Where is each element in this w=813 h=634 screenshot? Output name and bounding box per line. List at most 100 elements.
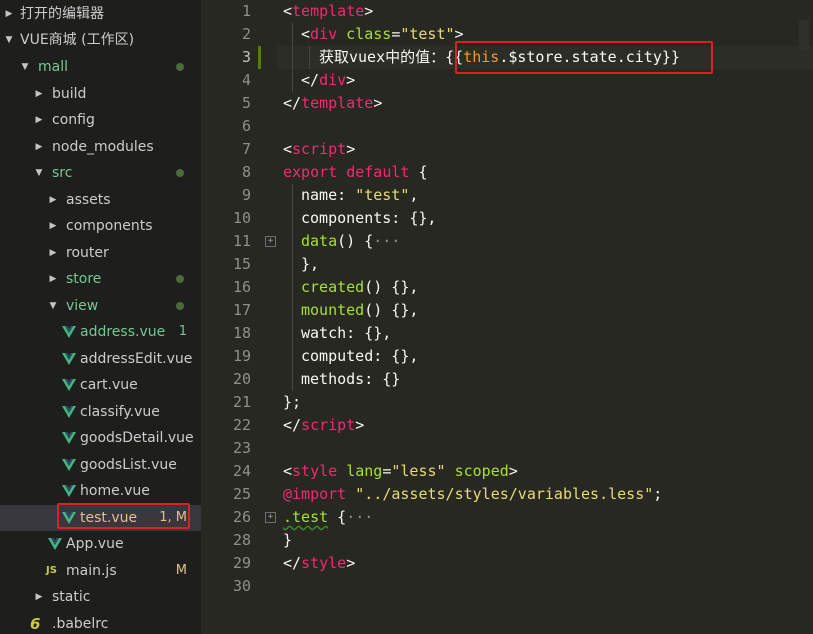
- code-line-21[interactable]: };: [283, 391, 301, 414]
- code-line-10[interactable]: components: {},: [301, 207, 436, 230]
- code-token: script: [292, 140, 347, 158]
- workspace-section[interactable]: ▼ VUE商城 (工作区): [0, 27, 201, 53]
- tree-item-classify-vue[interactable]: classify.vue: [0, 399, 201, 425]
- js-file-icon: JS: [46, 564, 57, 576]
- line-number: 19: [232, 347, 251, 365]
- tree-item-label: main.js: [66, 562, 117, 579]
- tree-item-label: router: [66, 244, 109, 261]
- code-token: </: [301, 71, 320, 89]
- workspace-label: VUE商城 (工作区): [20, 32, 135, 48]
- tree-item-label: components: [66, 218, 153, 234]
- code-line-28[interactable]: }: [283, 529, 292, 552]
- fold-expand-icon[interactable]: +: [265, 512, 276, 523]
- indent-guide: [292, 23, 293, 92]
- tree-item-src[interactable]: ▼ src: [0, 160, 201, 186]
- tree-item-label: classify.vue: [80, 403, 160, 420]
- minimap[interactable]: [799, 20, 809, 50]
- indent-guide: [309, 46, 310, 69]
- tree-item-cart-vue[interactable]: cart.vue: [0, 372, 201, 398]
- code-line-11[interactable]: data() {···: [301, 230, 400, 253]
- tree-item-label: assets: [66, 191, 111, 208]
- tree-item-goodslist-vue[interactable]: goodsList.vue: [0, 452, 201, 478]
- code-line-4[interactable]: </div>: [301, 69, 355, 92]
- tree-item-label: src: [52, 165, 73, 181]
- code-token: >: [355, 416, 365, 434]
- git-status-dot-icon: [176, 275, 184, 283]
- tree-item-goodsdetail-vue[interactable]: goodsDetail.vue: [0, 425, 201, 451]
- tree-item-app-vue[interactable]: App.vue: [0, 531, 201, 557]
- chevron-right-icon: ▶: [5, 9, 13, 19]
- tree-item-addressedit-vue[interactable]: addressEdit.vue: [0, 346, 201, 372]
- code-line-17[interactable]: mounted() {},: [301, 299, 418, 322]
- code-line-29[interactable]: </style>: [283, 552, 355, 575]
- folded-ellipsis[interactable]: ···: [373, 232, 400, 250]
- code-token: >: [373, 94, 383, 112]
- tree-item-address-vue[interactable]: address.vue 1: [0, 319, 201, 345]
- folded-ellipsis[interactable]: ···: [346, 508, 373, 526]
- line-number: 15: [232, 255, 251, 273]
- code-line-2[interactable]: <div class="test">: [301, 23, 464, 46]
- tree-item-config[interactable]: ▶ config: [0, 107, 201, 133]
- code-line-24[interactable]: <style lang="less" scoped>: [283, 460, 518, 483]
- code-line-16[interactable]: created() {},: [301, 276, 418, 299]
- tree-item-label: mall: [38, 59, 68, 75]
- code-editor[interactable]: 1 2 3 4 5 6 7 8 9 10 11 +15 16 17 18 19 20 21 22 23 24 25 26 +2…: [201, 0, 813, 634]
- tree-item-static[interactable]: ▶ static: [0, 584, 201, 610]
- line-number: 20: [232, 370, 251, 388]
- open-editors-section[interactable]: ▶ 打开的编辑器: [0, 1, 201, 27]
- vue-file-icon: [62, 485, 76, 497]
- vue-file-icon: [62, 432, 76, 444]
- code-token: class: [346, 25, 392, 43]
- code-token: <: [301, 25, 311, 43]
- code-token: {: [328, 508, 347, 526]
- tree-item-home-vue[interactable]: home.vue: [0, 478, 201, 504]
- line-number: 9: [241, 186, 251, 204]
- chevron-down-icon: ▼: [49, 300, 57, 311]
- code-line-7[interactable]: <script>: [283, 138, 355, 161]
- tree-item-router[interactable]: ▶ router: [0, 240, 201, 266]
- tree-item-mall[interactable]: ▼ mall: [0, 54, 201, 80]
- code-line-19[interactable]: computed: {},: [301, 345, 418, 368]
- code-line-25[interactable]: @import "../assets/styles/variables.less…: [283, 483, 662, 506]
- chevron-right-icon: ▶: [35, 115, 43, 125]
- code-line-5[interactable]: </template>: [283, 92, 382, 115]
- tree-item-label: build: [52, 85, 87, 102]
- git-status-badge: 1: [178, 324, 187, 339]
- code-token: >: [346, 140, 356, 158]
- code-token: >: [364, 2, 374, 20]
- tree-item-babelrc[interactable]: 6 .babelrc: [0, 611, 201, 634]
- line-number: 24: [232, 462, 251, 480]
- code-token: export default: [283, 163, 410, 181]
- code-token: "../assets/styles/variables.less": [355, 485, 654, 503]
- code-line-18[interactable]: watch: {},: [301, 322, 391, 345]
- code-line-20[interactable]: methods: {}: [301, 368, 400, 391]
- tree-item-assets[interactable]: ▶ assets: [0, 187, 201, 213]
- code-line-22[interactable]: </script>: [283, 414, 364, 437]
- tree-item-main-js[interactable]: JS main.js M: [0, 558, 201, 584]
- code-token: </: [283, 94, 302, 112]
- vue-file-icon: [62, 379, 76, 391]
- tree-item-node-modules[interactable]: ▶ node_modules: [0, 134, 201, 160]
- line-number: 17: [232, 301, 251, 319]
- code-line-8[interactable]: export default {: [283, 161, 428, 184]
- tree-item-build[interactable]: ▶ build: [0, 81, 201, 107]
- code-token: "test": [355, 186, 410, 204]
- tree-item-label: store: [66, 271, 102, 287]
- line-number: 25: [232, 485, 251, 503]
- code-line-1[interactable]: <template>: [283, 0, 373, 23]
- code-line-9[interactable]: name: "test",: [301, 184, 418, 207]
- tree-item-view[interactable]: ▼ view: [0, 293, 201, 319]
- line-number: 1: [241, 2, 251, 20]
- code-line-26[interactable]: .test {···: [283, 506, 373, 529]
- git-status-dot-icon: [176, 169, 184, 177]
- code-line-15[interactable]: },: [301, 253, 319, 276]
- line-number: 28: [232, 531, 251, 549]
- chevron-right-icon: ▶: [49, 221, 57, 231]
- code-token: div: [310, 25, 338, 43]
- explorer-sidebar: ▶ 打开的编辑器 ▼ VUE商城 (工作区) ▼ mall ▶ build ▶ confi…: [0, 0, 201, 634]
- fold-expand-icon[interactable]: +: [265, 236, 276, 247]
- tree-item-store[interactable]: ▶ store: [0, 266, 201, 292]
- tree-item-components[interactable]: ▶ components: [0, 213, 201, 239]
- line-number: 26: [232, 508, 251, 526]
- code-token: template: [301, 94, 374, 112]
